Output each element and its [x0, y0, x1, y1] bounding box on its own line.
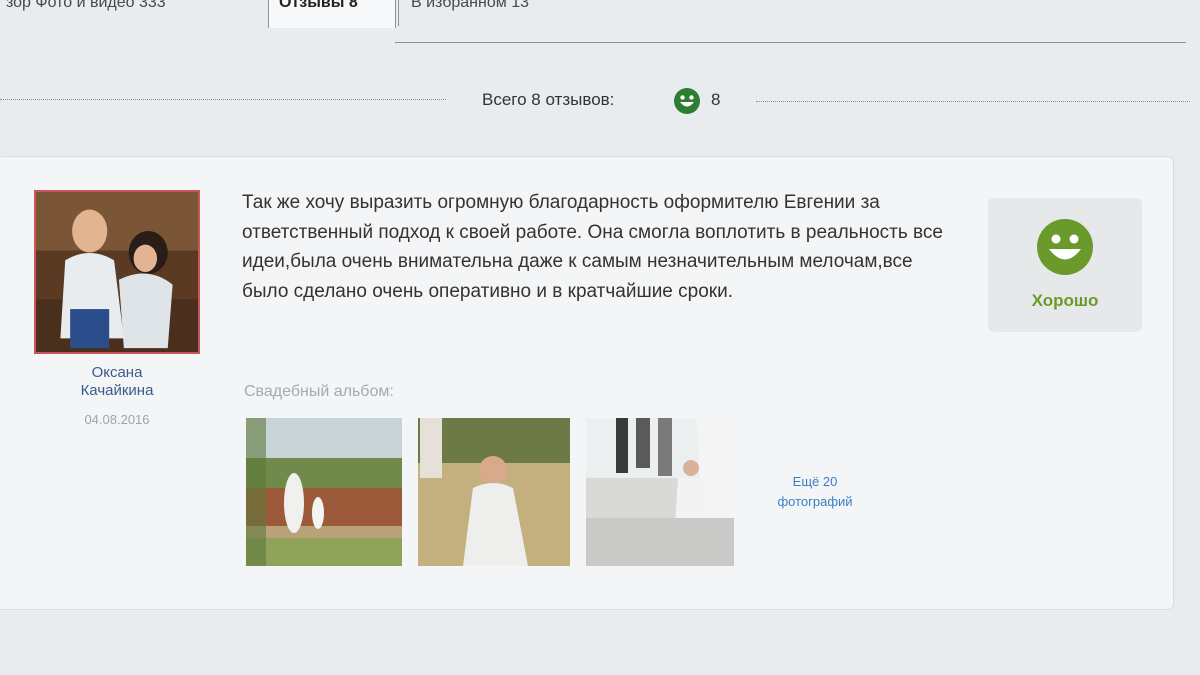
- author-last-name[interactable]: Качайкина: [34, 382, 200, 400]
- review-text: Так же хочу выразить огромную благодарно…: [242, 192, 943, 302]
- album-photo[interactable]: [586, 418, 734, 566]
- reviews-total-label: Всего 8 отзывов:: [482, 90, 615, 109]
- tab-bar: зор Фото и видео 333 Отзывы 8 В избранно…: [0, 0, 1200, 46]
- review-date: 04.08.2016: [84, 412, 150, 427]
- smiley-icon: [1037, 219, 1093, 275]
- more-photos-link[interactable]: Ещё 20 фотографий: [742, 418, 888, 566]
- good-reviews-count[interactable]: 8: [711, 90, 720, 110]
- reviews-summary: Всего 8 отзывов: 8: [0, 86, 1200, 116]
- rating-badge: Хорошо: [988, 198, 1142, 332]
- more-photos-count[interactable]: Ещё 20: [742, 472, 888, 492]
- album-title: Свадебный альбом:: [244, 383, 394, 400]
- dotted-divider: [756, 101, 1190, 102]
- tab-reviews[interactable]: Отзывы 8: [268, 0, 396, 28]
- album-photo[interactable]: [246, 418, 402, 566]
- author-name[interactable]: Оксана Качайкина: [34, 364, 200, 400]
- tab-favorites[interactable]: В избранном 13: [398, 0, 598, 26]
- album-photo[interactable]: [418, 418, 570, 566]
- author-first-name[interactable]: Оксана: [34, 364, 200, 382]
- rating-label: Хорошо: [1031, 291, 1099, 310]
- smiley-icon: [674, 88, 700, 114]
- tab-divider: [395, 42, 1186, 43]
- avatar[interactable]: [34, 190, 200, 354]
- more-photos-label[interactable]: фотографий: [742, 492, 888, 512]
- tab-photos-video[interactable]: зор Фото и видео 333: [0, 0, 262, 26]
- dotted-divider: [0, 99, 446, 100]
